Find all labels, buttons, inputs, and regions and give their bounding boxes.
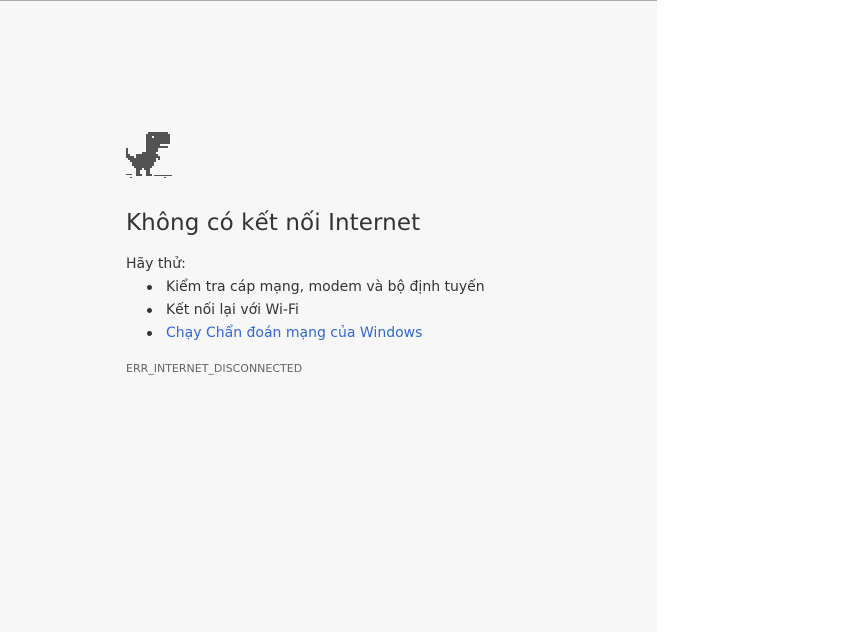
error-page: Không có kết nối Internet Hãy thử: Kiểm … [0, 0, 657, 632]
page-title: Không có kết nối Internet [126, 210, 421, 236]
suggestions-heading: Hãy thử: [126, 256, 186, 272]
suggestion-check-cables: Kiểm tra cáp mạng, modem và bộ định tuyế… [147, 278, 485, 301]
suggestion-text: Kết nối lại với Wi-Fi [166, 302, 299, 318]
suggestions-list: Kiểm tra cáp mạng, modem và bộ định tuyế… [126, 278, 485, 347]
network-diagnostics-link[interactable]: Chạy Chẩn đoán mạng của Windows [166, 325, 422, 341]
offline-dinosaur-icon[interactable] [126, 130, 172, 178]
suggestion-text: Kiểm tra cáp mạng, modem và bộ định tuyế… [166, 279, 485, 295]
suggestion-reconnect-wifi: Kết nối lại với Wi-Fi [147, 301, 485, 324]
error-code: ERR_INTERNET_DISCONNECTED [126, 362, 303, 375]
suggestion-run-diagnostics: Chạy Chẩn đoán mạng của Windows [147, 324, 485, 347]
